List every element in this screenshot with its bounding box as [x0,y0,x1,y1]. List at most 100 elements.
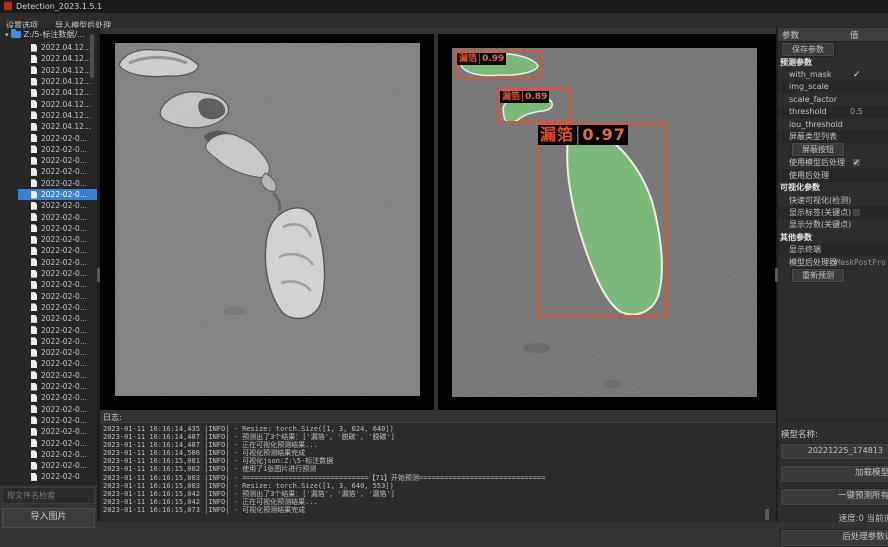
tree-item[interactable]: 2022.04.12... [0,76,97,87]
menu-bar: 设置选项 导入模型后处理 [0,13,888,28]
param-row[interactable]: with_mask✓ [778,68,888,80]
checkbox-empty[interactable] [852,208,861,217]
tree-item-label: 2022-02-0... [41,371,87,380]
file-icon [31,450,37,458]
tree-item-label: 2022.04.12... [41,88,91,97]
model-name-field[interactable]: 20221225_174813 [780,443,888,460]
tree-item-label: 2022-02-0... [41,427,87,436]
tree-item[interactable]: 2022-02-0... [0,178,97,189]
tree-item[interactable]: 2022-02-0... [0,200,97,211]
param-action-button[interactable]: 保存参数 [781,42,835,57]
predict-all-button[interactable]: 一键预测所有图片 [780,488,888,506]
tree-item[interactable]: 2022-02-0... [0,279,97,290]
tree-item[interactable]: 2022-02-0... [0,155,97,166]
tree-item[interactable]: 2022.04.12... [0,121,97,132]
param-row[interactable]: 显示终端 [778,243,888,255]
log-scrollbar-thumb[interactable] [765,509,769,520]
tree-item[interactable]: 2022.04.12... [0,53,97,64]
import-images-button[interactable]: 导入图片 [2,508,95,528]
param-row[interactable]: 使用模型后处理✓ [778,157,888,169]
tree-item[interactable]: 2022-02-0 [0,471,97,482]
param-row[interactable]: img_scale [778,81,888,93]
detection-score: 0.89 [525,93,547,102]
param-section: 可视化参数 [778,182,888,194]
tree-item[interactable]: 2022-02-0... [0,415,97,426]
tree-item-label: 2022-02-0... [41,450,87,459]
tree-item[interactable]: 2022-02-0... [0,245,97,256]
param-row[interactable]: iou_threshold [778,118,888,130]
tree-item[interactable]: 2022-02-0... [0,437,97,448]
log-line: 2023-01-11 16:16:15,042 |INFO| - 预测出了3个结… [103,490,776,498]
param-row[interactable]: threshold0.5 [778,106,888,118]
load-model-button[interactable]: 加载模型 [780,465,888,483]
tree-item[interactable]: 2022-02-0... [0,189,97,200]
file-icon [31,179,37,187]
tree-item[interactable]: 2022.04.12... [0,98,97,109]
tree-item[interactable]: 2022-02-0... [0,268,97,279]
tree-item-label: 2022-02-0... [41,156,87,165]
param-row[interactable]: 快速可视化(检测) [778,194,888,206]
tree-item-label: 2022-02-0... [41,416,87,425]
tree-item[interactable]: 2022-02-0... [0,404,97,415]
tree-item[interactable]: 2022-02-0... [0,347,97,358]
search-input[interactable] [2,487,95,504]
checkbox-checked[interactable]: ✓ [852,158,861,167]
tree-item[interactable]: 2022.04.12... [0,110,97,121]
tree-item-label: 2022-02-0... [41,303,87,312]
tree-item[interactable]: 2022-02-0... [0,302,97,313]
tree-item[interactable]: 2022-02-0... [0,257,97,268]
param-action-button[interactable]: 重新预测 [791,268,845,283]
detection-class: 漏箔 [540,127,574,143]
param-value: 0.5 [850,107,863,116]
tree-item[interactable]: 2022-02-0... [0,370,97,381]
tree-item[interactable]: 2022-02-0... [0,460,97,471]
param-row[interactable]: 显示分数(关键点) [778,219,888,231]
param-row[interactable]: scale_factor [778,93,888,105]
tree-scrollbar-thumb[interactable] [90,34,94,78]
tree-item[interactable]: 2022-02-0... [0,166,97,177]
tree-item[interactable]: 2022.04.12... [0,87,97,98]
param-label: img_scale [778,82,829,91]
log-output[interactable]: 2023-01-11 16:16:14,435 |INFO| - Resize:… [100,422,776,522]
postprocess-params-button[interactable]: 后处理参数设置 [780,529,888,547]
tree-item[interactable]: 2022-02-0... [0,313,97,324]
tree-item[interactable]: 2022-02-0... [0,132,97,143]
tree-item-label: 2022-02-0... [41,326,87,335]
label-separator: | [575,125,581,145]
tree-item[interactable]: 2022.04.12... [0,65,97,76]
tree-item[interactable]: 2022-02-0... [0,223,97,234]
tree-item[interactable]: 2022-02-0... [0,392,97,403]
tree-item[interactable]: 2022-02-0... [0,336,97,347]
file-icon [31,66,37,74]
file-icon [31,383,37,391]
file-icon [31,89,37,97]
chevron-down-icon[interactable]: ▾ [5,31,9,39]
tree-item[interactable]: 2022-02-0... [0,449,97,460]
file-icon [31,270,37,278]
tree-item[interactable]: 2022-02-0... [0,426,97,437]
tree-item[interactable]: 2022-02-0... [0,144,97,155]
tree-item[interactable]: 2022-02-0... [0,211,97,222]
tree-item-label: 2022.04.12... [41,122,91,131]
tree-item[interactable]: 2022-02-0... [0,291,97,302]
tree-item[interactable]: 2022.04.12... [0,42,97,53]
original-image-panel [100,34,434,410]
tree-root-node[interactable]: ▾ Z:/5-标注数据/... [0,28,97,41]
tree-item-label: 2022-02-0... [41,382,87,391]
param-row[interactable]: 模型后处理器MaskPostPro [778,256,888,268]
param-row[interactable]: 显示标签(关键点) [778,206,888,218]
detection-label: 漏箔|0.89 [500,91,549,103]
param-row[interactable]: 使用后处理 [778,169,888,181]
tree-item[interactable]: 2022-02-0... [0,324,97,335]
tree-item-label: 2022-02-0... [41,439,87,448]
tree-item[interactable]: 2022-02-0... [0,381,97,392]
tree-item[interactable]: 2022-02-0... [0,358,97,369]
param-action-button[interactable]: 屏蔽按钮 [791,142,845,157]
file-icon [31,315,37,323]
file-icon [31,168,37,176]
param-row[interactable]: 屏蔽类型列表 [778,130,888,142]
tree-item[interactable]: 2022-02-0... [0,234,97,245]
check-icon: ✓ [853,70,861,80]
original-image[interactable] [115,43,420,396]
file-icon [31,191,37,199]
